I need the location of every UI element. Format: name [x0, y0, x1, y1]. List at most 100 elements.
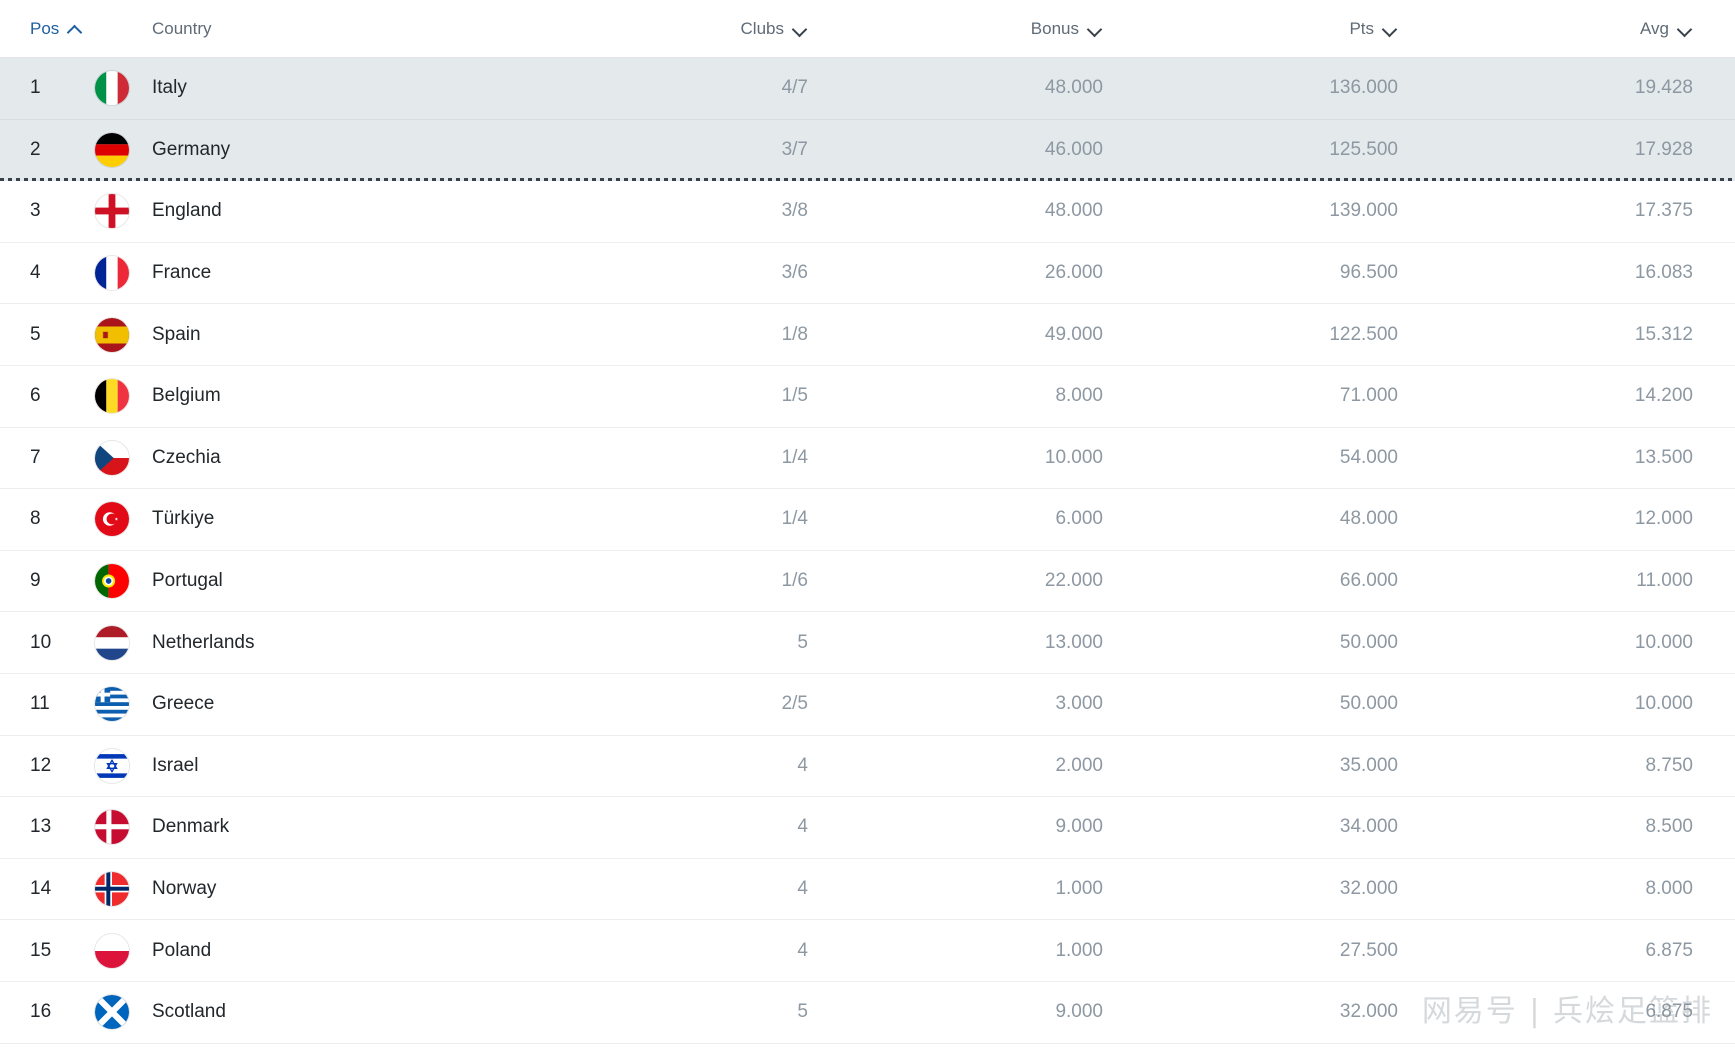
- cell-avg: 13.500: [1634, 446, 1693, 468]
- cell-pts: 27.500: [1339, 939, 1398, 961]
- cell-country-name: France: [152, 262, 212, 284]
- table-row[interactable]: 11 Greece 2/5 3.000 50.000 10.000: [0, 673, 1735, 736]
- flag-spain-icon: [95, 317, 129, 352]
- table-row[interactable]: 7 Czechia 1/4 10.000 54.000 13.500: [0, 427, 1735, 490]
- cell-country-name: Norway: [152, 878, 217, 900]
- column-header-country-label: Country: [152, 18, 212, 38]
- cell-position: 11: [30, 693, 50, 715]
- cell-clubs: 4: [797, 939, 808, 961]
- chevron-down-icon[interactable]: [1383, 21, 1398, 36]
- cell-avg: 12.000: [1634, 508, 1693, 530]
- table-row[interactable]: 9 Portugal 1/6 22.000 66.000 11.000: [0, 550, 1735, 613]
- chevron-down-icon[interactable]: [1678, 21, 1693, 36]
- table-row[interactable]: 13 Denmark 4 9.000 34.000 8.500: [0, 797, 1735, 859]
- cell-country-name: Portugal: [152, 570, 223, 592]
- sort-ascending-icon[interactable]: [68, 21, 83, 36]
- table-row[interactable]: 15 Poland 4 1.000 27.500 6.875: [0, 920, 1735, 982]
- cell-bonus: 48.000: [1044, 200, 1103, 222]
- cell-pts: 66.000: [1339, 570, 1398, 592]
- cell-position: 7: [30, 446, 41, 468]
- cell-country-name: Poland: [152, 939, 212, 961]
- table-row[interactable]: 4 France 3/6 26.000 96.500 16.083: [0, 242, 1735, 305]
- cell-avg: 6.875: [1645, 1001, 1693, 1023]
- cell-avg: 8.000: [1645, 878, 1693, 900]
- cell-position: 5: [30, 323, 41, 345]
- cell-clubs: 1/6: [781, 570, 808, 592]
- cell-avg: 8.750: [1645, 754, 1693, 776]
- cell-country-name: Türkiye: [152, 508, 215, 530]
- table-row[interactable]: 6 Belgium 1/5 8.000 71.000 14.200: [0, 365, 1735, 428]
- table-header-row: Pos Country Clubs Bonus Pts Avg: [0, 0, 1735, 58]
- cell-position: 9: [30, 570, 41, 592]
- column-header-pts[interactable]: Pts: [1131, 19, 1426, 39]
- flag-turkiye-icon: [95, 502, 129, 537]
- chevron-down-icon[interactable]: [1088, 21, 1103, 36]
- flag-belgium-icon: [95, 379, 129, 414]
- table-row[interactable]: 12 Israel 4 2.000 35.000 8.750: [0, 735, 1735, 798]
- cell-clubs: 2/5: [781, 693, 808, 715]
- column-header-bonus-label: Bonus: [1030, 18, 1079, 38]
- cell-flag: [88, 194, 136, 229]
- cell-position: 10: [30, 631, 52, 653]
- flag-poland-icon: [95, 933, 129, 968]
- cell-avg: 11.000: [1636, 570, 1693, 592]
- cell-flag: [88, 995, 136, 1030]
- cell-clubs: 1/5: [781, 385, 808, 407]
- chevron-down-icon[interactable]: [793, 21, 808, 36]
- cell-flag: [88, 502, 136, 537]
- cell-pts: 125.500: [1329, 139, 1398, 161]
- table-row[interactable]: 10 Netherlands 5 13.000 50.000 10.000: [0, 612, 1735, 674]
- column-header-clubs[interactable]: Clubs: [636, 19, 836, 39]
- table-row[interactable]: 14 Norway 4 1.000 32.000 8.000: [0, 858, 1735, 921]
- cell-bonus: 6.000: [1055, 508, 1103, 530]
- cell-pts: 50.000: [1339, 693, 1398, 715]
- cell-flag: [88, 810, 136, 845]
- table-row[interactable]: 3 England 3/8 48.000 139.000 17.375: [0, 181, 1735, 243]
- table-row[interactable]: 2 Germany 3/7 46.000 125.500 17.928: [0, 119, 1735, 182]
- cell-pts: 139.000: [1329, 200, 1398, 222]
- cell-clubs: 1/4: [781, 508, 808, 530]
- cell-pts: 50.000: [1339, 631, 1398, 653]
- cell-flag: [88, 872, 136, 907]
- cell-avg: 17.928: [1634, 139, 1693, 161]
- cell-pts: 32.000: [1339, 878, 1398, 900]
- cell-bonus: 1.000: [1055, 939, 1103, 961]
- cell-bonus: 2.000: [1055, 754, 1103, 776]
- column-header-pos-label: Pos: [30, 18, 60, 38]
- column-header-avg[interactable]: Avg: [1426, 19, 1721, 39]
- cell-flag: [88, 440, 136, 475]
- flag-germany-icon: [95, 133, 129, 168]
- cell-avg: 6.875: [1645, 939, 1693, 961]
- cell-position: 2: [30, 139, 41, 161]
- cell-bonus: 49.000: [1044, 323, 1103, 345]
- cell-avg: 19.428: [1634, 77, 1693, 99]
- cell-pts: 96.500: [1339, 262, 1398, 284]
- cell-avg: 15.312: [1634, 323, 1693, 345]
- cell-flag: [88, 379, 136, 414]
- cell-bonus: 3.000: [1055, 693, 1103, 715]
- table-row[interactable]: 5 Spain 1/8 49.000 122.500 15.312: [0, 304, 1735, 366]
- table-row[interactable]: 8 Türkiye 1/4 6.000 48.000 12.000: [0, 489, 1735, 551]
- cell-flag: [88, 687, 136, 722]
- cell-country-name: Scotland: [152, 1001, 226, 1023]
- cell-flag: [88, 256, 136, 291]
- cell-position: 16: [30, 1001, 52, 1023]
- column-header-country[interactable]: Country: [136, 19, 636, 39]
- cell-clubs: 3/7: [781, 139, 808, 161]
- cell-country-name: Netherlands: [152, 631, 255, 653]
- cell-clubs: 4/7: [781, 77, 808, 99]
- flag-italy-icon: [95, 71, 129, 106]
- table-row[interactable]: 1 Italy 4/7 48.000 136.000 19.428: [0, 58, 1735, 120]
- cell-flag: [88, 748, 136, 783]
- cell-avg: 17.375: [1634, 200, 1693, 222]
- cell-country-name: Belgium: [152, 385, 221, 407]
- cell-bonus: 10.000: [1044, 446, 1103, 468]
- flag-france-icon: [95, 256, 129, 291]
- cell-position: 3: [30, 200, 41, 222]
- column-header-pos[interactable]: Pos: [0, 19, 136, 39]
- column-header-bonus[interactable]: Bonus: [836, 19, 1131, 39]
- flag-denmark-icon: [95, 810, 129, 845]
- cell-position: 4: [30, 262, 41, 284]
- table-row[interactable]: 16 Scotland 5 9.000 32.000 6.875: [0, 981, 1735, 1044]
- cell-country-name: Czechia: [152, 446, 221, 468]
